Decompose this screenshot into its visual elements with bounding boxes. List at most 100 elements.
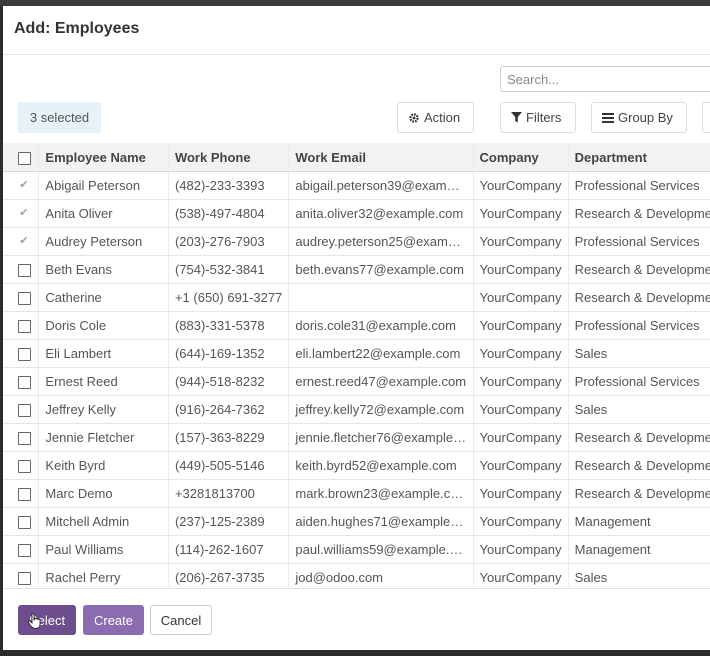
row-select-cell [3,395,40,424]
table-row[interactable]: Keith Byrd (449)-505-5146 keith.byrd52@exa… [3,451,710,480]
work-phone-cell: (754)-532-3841 [168,255,290,284]
column-header-department[interactable]: Department [568,143,710,172]
department-cell: Management [568,507,710,536]
search-input[interactable] [500,66,710,92]
row-checkbox[interactable] [18,292,32,306]
employee-name-cell: Paul Williams [38,535,169,564]
table-row[interactable]: Doris Cole (883)-331-5378 doris.cole31@exa… [3,311,710,340]
table-row[interactable]: Jennie Fletcher (157)-363-8229 jennie.flet… [3,423,710,452]
select-all-cell [3,143,40,172]
table-row[interactable]: Ernest Reed (944)-518-8232 ernest.reed47@e… [3,367,710,396]
work-email-cell: eli.lambert22@example.com [288,339,474,368]
table-row[interactable]: Catherine +1 (650) 691-3277 YourCompany Res… [3,283,710,312]
employee-name-cell: Beth Evans [38,255,169,284]
company-cell: YourCompany [473,423,569,452]
row-checkbox[interactable] [18,516,32,530]
row-checkbox[interactable] [18,488,32,502]
company-cell: YourCompany [473,507,569,536]
column-header-employee-name[interactable]: Employee Name [38,143,169,172]
employee-name-cell: Eli Lambert [38,339,169,368]
work-phone-cell: (449)-505-5146 [168,451,290,480]
work-phone-cell: +3281813700 [168,479,290,508]
table-row[interactable]: Anita Oliver(538)-497-4804anita.oliver32… [3,199,710,228]
employee-name-cell: Ernest Reed [38,367,169,396]
department-cell: Research & Development [568,283,710,312]
row-checkbox[interactable] [18,460,32,474]
create-button[interactable]: Create [83,605,144,635]
table-row[interactable]: Mitchell Admin (237)-125-2389 aiden.hughes… [3,507,710,536]
company-cell: YourCompany [473,255,569,284]
table-row[interactable]: Beth Evans (754)-532-3841 beth.evans77@exa… [3,255,710,284]
filter-icon [511,112,522,123]
row-checkbox[interactable] [18,544,32,558]
work-email-cell: mark.brown23@example.com [288,479,474,508]
select-button[interactable]: Select [18,605,76,635]
table-row[interactable]: Eli Lambert (644)-169-1352 eli.lambert22@e… [3,339,710,368]
cancel-button[interactable]: Cancel [150,605,212,635]
employee-name-cell: Keith Byrd [38,451,169,480]
row-select-cell [3,423,40,452]
employee-name-cell: Mitchell Admin [38,507,169,536]
group-by-button-label: Group By [618,110,673,125]
employees-table-container: Employee Name Work Phone Work Email Comp… [3,143,710,587]
department-cell: Sales [568,339,710,368]
work-phone-cell: (944)-518-8232 [168,367,290,396]
dialog-header: Add: Employees [3,6,710,55]
work-phone-cell: (644)-169-1352 [168,339,290,368]
employee-name-cell: Audrey Peterson [38,227,169,256]
table-row[interactable]: Rachel Perry (206)-267-3735 jod@odoo.com Yo… [3,563,710,587]
table-row[interactable]: Abigail Peterson(482)-233-3393abigail.pe… [3,171,710,200]
company-cell: YourCompany [473,451,569,480]
department-cell: Professional Services [568,171,710,200]
table-row[interactable]: Jeffrey Kelly (916)-264-7362 jeffrey.kelly… [3,395,710,424]
row-checkbox[interactable] [18,404,32,418]
row-checkbox[interactable] [18,264,32,278]
employees-table: Employee Name Work Phone Work Email Comp… [3,143,710,587]
table-row[interactable]: Marc Demo +3281813700 mark.brown23@example… [3,479,710,508]
row-select-cell [3,199,40,228]
row-checkbox[interactable] [18,178,32,194]
table-row[interactable]: Paul Williams (114)-262-1607 paul.williams… [3,535,710,564]
department-cell: Research & Development [568,479,710,508]
row-checkbox[interactable] [18,432,32,446]
row-checkbox[interactable] [18,348,32,362]
row-select-cell [3,311,40,340]
column-header-work-email[interactable]: Work Email [288,143,474,172]
group-by-button[interactable]: Group By [591,102,687,133]
work-phone-cell: (482)-233-3393 [168,171,290,200]
filters-button[interactable]: Filters [500,102,576,133]
row-checkbox[interactable] [18,376,32,390]
filters-button-label: Filters [526,110,562,125]
dialog-title: Add: Employees [14,20,140,37]
table-row[interactable]: Audrey Peterson(203)-276-7903audrey.pete… [3,227,710,256]
row-checkbox[interactable] [18,206,32,222]
department-cell: Research & Development [568,423,710,452]
row-select-cell [3,535,40,564]
row-checkbox[interactable] [18,572,32,586]
department-cell: Sales [568,395,710,424]
work-phone-cell: +1 (650) 691-3277 [168,283,290,312]
company-cell: YourCompany [473,311,569,340]
employee-name-cell: Anita Oliver [38,199,169,228]
action-button[interactable]: Action [397,102,474,133]
row-checkbox[interactable] [18,320,32,334]
company-cell: YourCompany [473,283,569,312]
table-header-row: Employee Name Work Phone Work Email Comp… [3,143,710,172]
favorites-button[interactable] [702,102,710,133]
dialog-footer: Select Create Cancel [3,588,710,650]
work-email-cell: beth.evans77@example.com [288,255,474,284]
row-select-cell [3,507,40,536]
department-cell: Research & Development [568,451,710,480]
work-email-cell: abigail.peterson39@example.com [288,171,474,200]
row-select-cell [3,451,40,480]
department-cell: Professional Services [568,227,710,256]
column-header-work-phone[interactable]: Work Phone [168,143,290,172]
column-header-company[interactable]: Company [473,143,569,172]
row-select-cell [3,255,40,284]
employee-name-cell: Doris Cole [38,311,169,340]
work-phone-cell: (114)-262-1607 [168,535,290,564]
select-all-checkbox[interactable] [18,151,32,165]
row-checkbox[interactable] [18,234,32,250]
company-cell: YourCompany [473,479,569,508]
department-cell: Sales [568,563,710,587]
